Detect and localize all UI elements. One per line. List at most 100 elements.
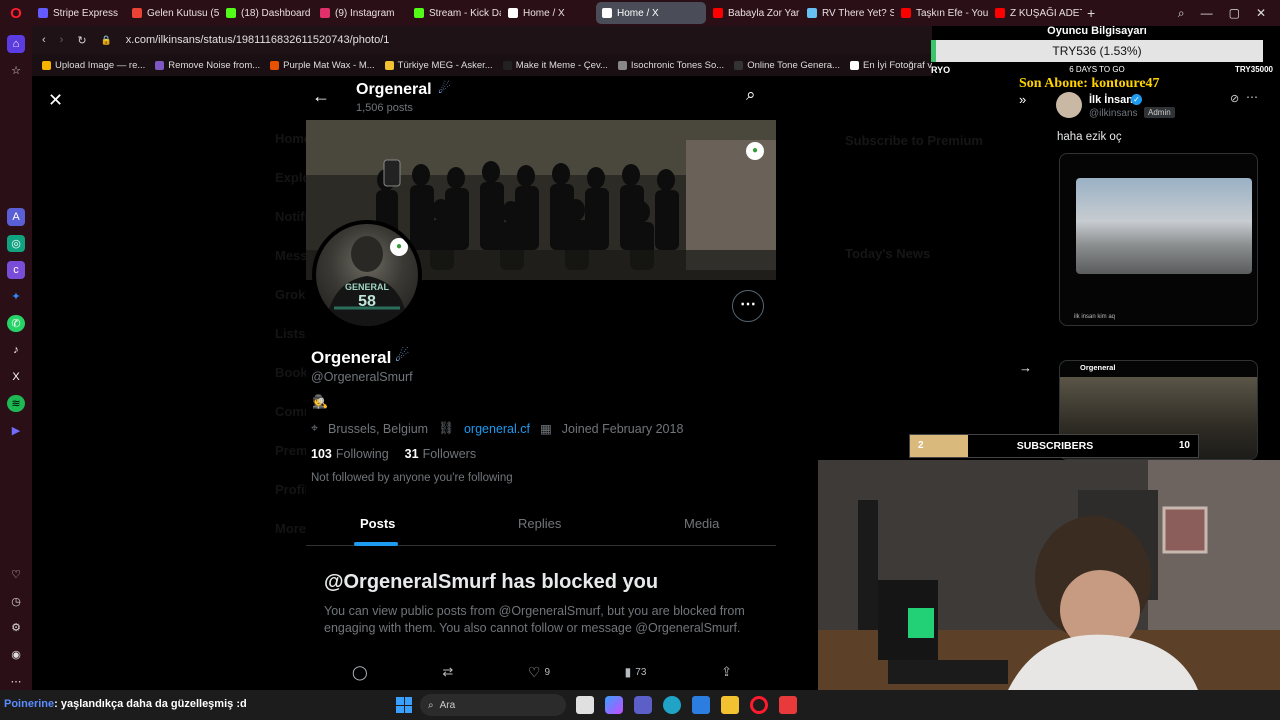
- tab-replies[interactable]: Replies: [518, 516, 561, 531]
- browser-tab[interactable]: Taşkın Efe - YouTube: [895, 2, 988, 24]
- bulb-icon[interactable]: ◉: [7, 646, 25, 664]
- ghost-right-1: Subscribe to Premium: [845, 133, 983, 148]
- bookmark-favicon-icon: [42, 60, 51, 70]
- subs-label: SUBSCRIBERS: [1016, 440, 1094, 452]
- following-count[interactable]: 103: [311, 447, 332, 461]
- app-taskbar-icon[interactable]: [779, 696, 797, 714]
- task-view-icon[interactable]: [576, 696, 594, 714]
- expand-panel-icon[interactable]: »: [1019, 92, 1026, 107]
- bookmarks-bar: Upload Image — re... Remove Noise from...…: [32, 54, 932, 76]
- minimize-button[interactable]: —: [1201, 6, 1213, 20]
- rp-handle: @ilkinsans: [1089, 108, 1138, 119]
- bookmark-label: Upload Image — re...: [55, 59, 146, 71]
- browser-tab[interactable]: (9) Instagram: [314, 2, 407, 24]
- grok-icon[interactable]: ⊘: [1230, 92, 1239, 105]
- opera-taskbar-icon[interactable]: [750, 696, 768, 714]
- back-arrow-icon[interactable]: ←: [312, 86, 330, 107]
- like-button[interactable]: ♡ 9: [528, 664, 550, 681]
- chatgpt-icon[interactable]: ◎: [7, 234, 25, 253]
- views-button[interactable]: ▮ 73: [625, 665, 647, 679]
- close-viewer-button[interactable]: ✕: [48, 90, 63, 111]
- tab-posts-underline: [354, 542, 398, 546]
- tab-media[interactable]: Media: [684, 516, 719, 531]
- bookmark-item[interactable]: Isochronic Tones So...: [617, 60, 724, 71]
- bookmark-item[interactable]: Remove Noise from...: [155, 60, 260, 71]
- bookmark-item[interactable]: Türkiye MEG - Asker...: [384, 60, 493, 71]
- rp-text: haha ezik oç: [1057, 131, 1122, 143]
- profile-avatar[interactable]: GENERAL 58 ●: [312, 220, 422, 330]
- taskbar-search[interactable]: ⌕ Ara: [420, 694, 566, 716]
- app-icon[interactable]: c: [7, 261, 25, 279]
- explorer-icon[interactable]: [721, 696, 739, 714]
- rp-avatar[interactable]: [1056, 92, 1082, 118]
- search-icon[interactable]: ⌕: [746, 85, 756, 105]
- history-icon[interactable]: ◷: [7, 592, 25, 610]
- share-icon[interactable]: ⇪: [721, 664, 732, 680]
- new-tab-button[interactable]: +: [1087, 5, 1095, 21]
- tab-posts[interactable]: Posts: [360, 516, 395, 531]
- star-icon[interactable]: ☆: [7, 62, 25, 80]
- player-icon[interactable]: ▶: [7, 421, 25, 439]
- rp-more-icon[interactable]: ⋯: [1246, 90, 1258, 104]
- location-icon: ⌖: [311, 421, 319, 435]
- browser-tab[interactable]: Stripe Express: [32, 2, 125, 24]
- rp-quoted-post[interactable]: ilk insan kim aq: [1059, 153, 1258, 326]
- browser-tab[interactable]: Home / X: [502, 2, 595, 24]
- heart-icon[interactable]: ♡: [7, 566, 25, 584]
- aria-icon[interactable]: A: [7, 208, 25, 226]
- edge-icon[interactable]: [663, 696, 681, 714]
- browser-tab[interactable]: Stream - Kick Dashbo: [408, 2, 501, 24]
- website-link[interactable]: orgeneral.cf: [464, 422, 530, 436]
- bookmark-item[interactable]: Purple Mat Wax - M...: [270, 60, 375, 71]
- bookmark-label: Online Tone Genera...: [747, 59, 840, 71]
- teams-icon[interactable]: [634, 696, 652, 714]
- windows-start-icon[interactable]: [396, 697, 412, 713]
- x-icon[interactable]: X: [7, 368, 25, 386]
- settings-icon[interactable]: ⚙: [7, 619, 25, 637]
- followers-count[interactable]: 31: [405, 447, 419, 461]
- tab-label: (9) Instagram: [335, 7, 395, 19]
- back-icon[interactable]: ‹: [42, 34, 46, 46]
- more-options-button[interactable]: ⋯: [732, 290, 764, 322]
- blocked-body: You can view public posts from @Orgenera…: [324, 604, 745, 635]
- maximize-button[interactable]: ▢: [1229, 6, 1240, 20]
- bookmark-item[interactable]: Upload Image — re...: [42, 60, 145, 71]
- forward-icon[interactable]: ›: [60, 34, 64, 46]
- bookmark-item[interactable]: Make it Meme - Çev...: [502, 60, 608, 71]
- next-photo-arrow[interactable]: →: [1019, 360, 1032, 375]
- bookmark-label: Purple Mat Wax - M...: [283, 59, 375, 71]
- views-count: 73: [635, 666, 647, 678]
- not-followed-text: Not followed by anyone you're following: [311, 472, 513, 484]
- browser-tab[interactable]: Babayla Zor Yarışlar: [707, 2, 800, 24]
- quoted-image: [1076, 178, 1252, 274]
- more-icon[interactable]: ⋯: [7, 672, 25, 690]
- messenger-icon[interactable]: ✦: [7, 288, 25, 306]
- store-icon[interactable]: [692, 696, 710, 714]
- browser-tab[interactable]: RV There Yet? Steam: [801, 2, 894, 24]
- browser-tab[interactable]: Z KUŞAĞI ADETA UYA: [989, 2, 1082, 24]
- browser-tab[interactable]: Home / X: [596, 2, 706, 24]
- reply-icon[interactable]: ◯: [352, 664, 368, 681]
- blocked-title: @OrgeneralSmurf has blocked you: [324, 571, 659, 593]
- url-field[interactable]: x.com/ilkinsans/status/19811168326115207…: [126, 34, 390, 46]
- following-label[interactable]: Following: [336, 447, 389, 461]
- bookmark-item[interactable]: Online Tone Genera...: [734, 60, 840, 71]
- taskbar-search-label: Ara: [439, 699, 456, 711]
- tiktok-icon[interactable]: ♪: [7, 341, 25, 359]
- repost-icon[interactable]: ⇄: [442, 664, 453, 680]
- close-window-button[interactable]: ✕: [1256, 6, 1266, 20]
- copilot-icon[interactable]: [605, 696, 623, 714]
- opera-logo-icon[interactable]: O: [0, 0, 32, 26]
- followers-label[interactable]: Followers: [423, 447, 477, 461]
- tab-favicon-icon: [320, 8, 330, 18]
- home-icon[interactable]: ⌂: [7, 35, 25, 53]
- search-tabs-icon[interactable]: ⌕: [1178, 6, 1185, 21]
- whatsapp-icon[interactable]: ✆: [7, 314, 25, 333]
- reload-icon[interactable]: ↻: [77, 34, 86, 47]
- browser-tab[interactable]: Gelen Kutusu (516) -: [126, 2, 219, 24]
- rp-name[interactable]: İlk İnsan: [1089, 94, 1133, 106]
- bookmark-item[interactable]: En İyi Fotoğraf ve Vi...: [849, 60, 932, 71]
- profile-meta-row: ⌖ Brussels, Belgium ⛓ orgeneral.cf ▦ Joi…: [311, 421, 683, 436]
- browser-tab[interactable]: (18) Dashboard / Stre: [220, 2, 313, 24]
- spotify-icon[interactable]: ≋: [7, 394, 25, 413]
